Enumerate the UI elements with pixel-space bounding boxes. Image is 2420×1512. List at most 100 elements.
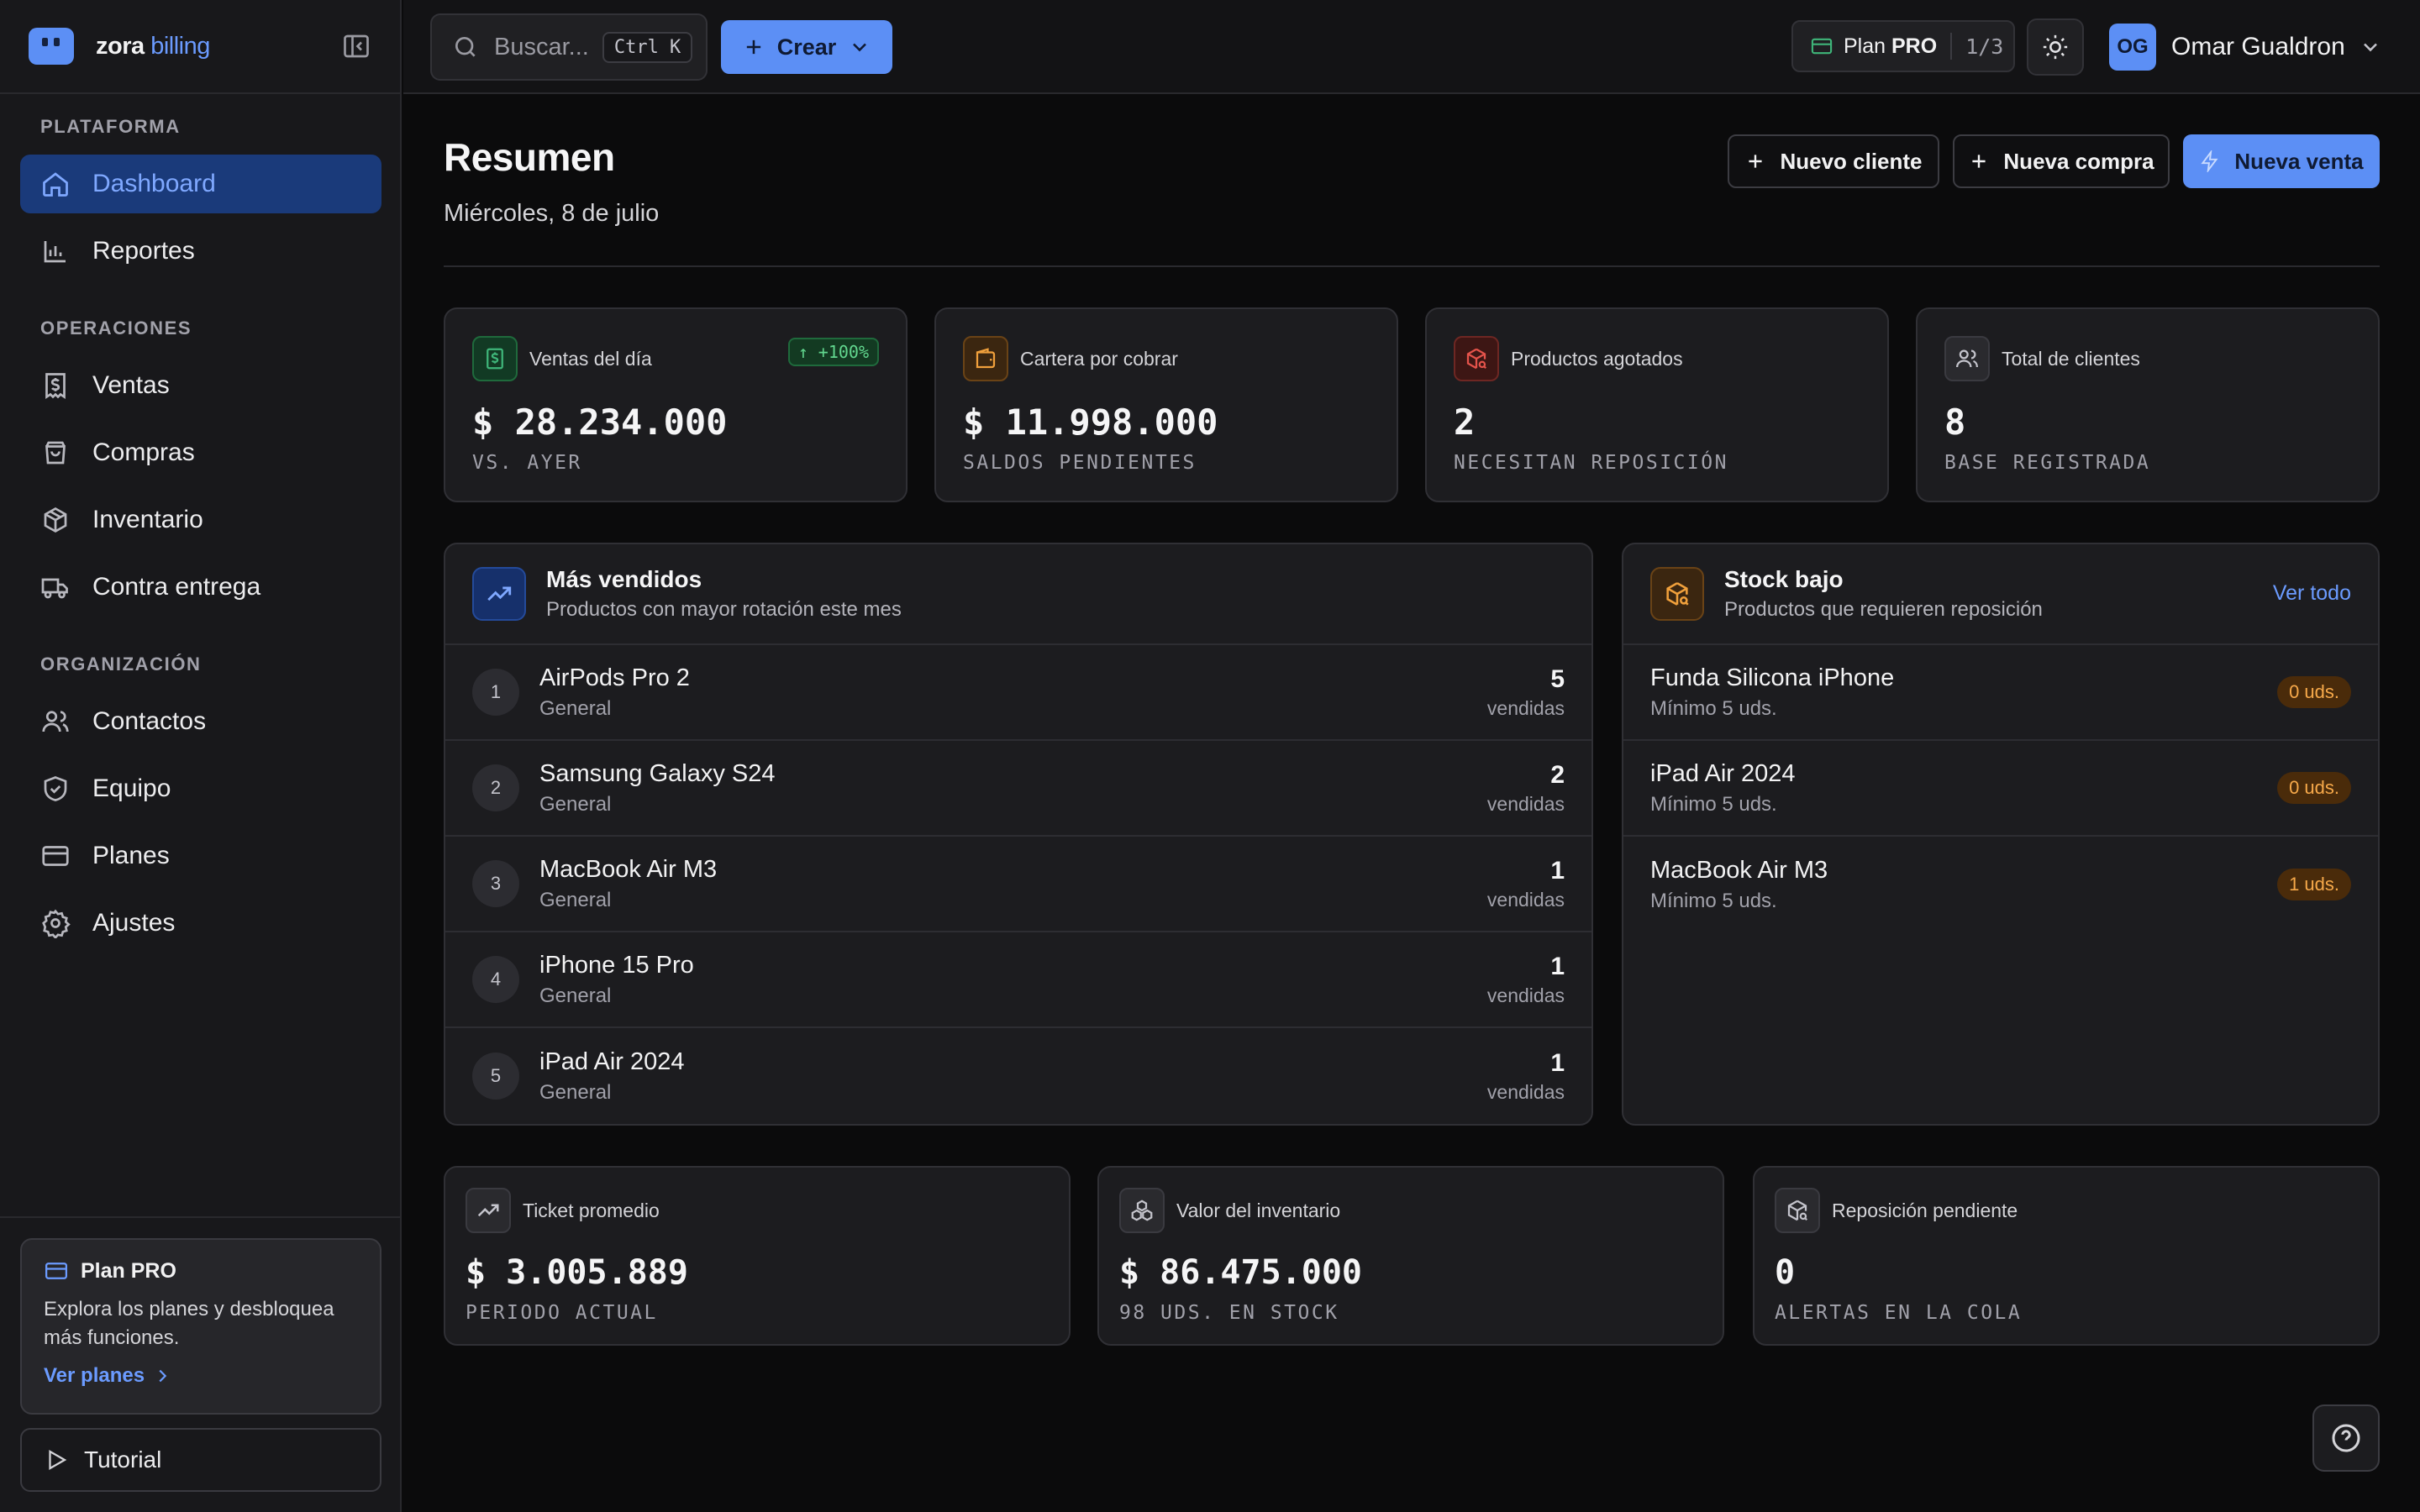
list-item[interactable]: 4 iPhone 15 Pro General 1 vendidas: [445, 932, 1591, 1028]
users-icon: [42, 711, 69, 732]
stat-card-agotados: Productos agotados 2 NECESITAN REPOSICIÓ…: [1425, 307, 1889, 502]
product-name: iPad Air 2024: [1650, 759, 1796, 787]
brand: zora billing: [0, 0, 400, 94]
stat-value: 2: [1454, 402, 1476, 443]
low-stock-panel: Stock bajo Productos que requieren repos…: [1622, 543, 2380, 1126]
top-sellers-panel: Más vendidos Productos con mayor rotació…: [444, 543, 1593, 1126]
package-search-icon: [1650, 567, 1704, 621]
avatar: OG: [2109, 24, 2156, 71]
list-item[interactable]: MacBook Air M3 Mínimo 5 uds. 1 uds.: [1623, 837, 2378, 932]
stat-sub: ALERTAS EN LA COLA: [1775, 1302, 2023, 1324]
sidebar-item-compras[interactable]: Compras: [20, 423, 381, 482]
stock-badge: 1 uds.: [2277, 869, 2351, 900]
package-search-icon: [1775, 1188, 1820, 1233]
stat-card-ventas: Ventas del día ↑ +100% $ 28.234.000 VS. …: [444, 307, 908, 502]
sidebar-item-inventario[interactable]: Inventario: [20, 491, 381, 549]
sidebar-item-contra-entrega[interactable]: Contra entrega: [20, 558, 381, 617]
rank-badge: 2: [472, 764, 519, 811]
tutorial-button[interactable]: Tutorial: [20, 1428, 381, 1492]
gear-icon: [42, 909, 71, 938]
product-name: AirPods Pro 2: [539, 664, 690, 691]
sidebar-item-dashboard[interactable]: Dashboard: [20, 155, 381, 213]
sold-unit: vendidas: [1486, 696, 1565, 719]
lightning-icon: [2201, 150, 2218, 172]
sold-unit: vendidas: [1486, 1080, 1565, 1103]
stat-sub: PERIODO ACTUAL: [466, 1302, 658, 1324]
list-item[interactable]: iPad Air 2024 Mínimo 5 uds. 0 uds.: [1623, 741, 2378, 837]
plan-card-text: Explora los planes y desbloquea más func…: [44, 1298, 334, 1349]
search-shortcut: Ctrl K: [602, 31, 693, 63]
sidebar-item-ventas[interactable]: Ventas: [20, 356, 381, 415]
help-button[interactable]: [2312, 1404, 2380, 1472]
sidebar: zora billing PLATAFORMA Dashboard Report…: [0, 0, 402, 1512]
stat-sub: BASE REGISTRADA: [1944, 452, 2151, 474]
package-icon: [44, 507, 67, 533]
rank-badge: 1: [472, 669, 519, 716]
trending-up-icon: [472, 567, 526, 621]
sidebar-item-label: Contra entrega: [92, 573, 261, 601]
section-title-operaciones: OPERACIONES: [40, 318, 192, 339]
sidebar-item-ajustes[interactable]: Ajustes: [20, 894, 381, 953]
search-placeholder: Buscar...: [494, 33, 589, 60]
user-menu[interactable]: OG Omar Gualdron: [2109, 22, 2382, 72]
package-search-icon: [1454, 336, 1499, 381]
min-stock: Mínimo 5 uds.: [1650, 696, 1777, 720]
new-client-button[interactable]: Nuevo cliente: [1728, 134, 1939, 188]
rank-badge: 3: [472, 860, 519, 907]
sold-count: 5: [1550, 664, 1565, 693]
list-item[interactable]: 3 MacBook Air M3 General 1 vendidas: [445, 837, 1591, 932]
new-sale-button[interactable]: Nueva venta: [2183, 134, 2380, 188]
receipt-dollar-icon: [45, 373, 66, 400]
plus-icon: [746, 39, 760, 55]
stat-change-badge: ↑ +100%: [787, 338, 879, 366]
stat-sub: VS. AYER: [472, 452, 582, 474]
list-item[interactable]: 1 AirPods Pro 2 General 5 vendidas: [445, 645, 1591, 741]
stat-sub: SALDOS PENDIENTES: [963, 452, 1197, 474]
wallet-icon: [963, 336, 1008, 381]
create-button[interactable]: Crear: [721, 20, 892, 74]
plan-promo-card: Plan PRO Explora los planes y desbloquea…: [20, 1238, 381, 1415]
new-purchase-button[interactable]: Nueva compra: [1953, 134, 2170, 188]
stat-card-inventario: Valor del inventario $ 86.475.000 98 UDS…: [1097, 1166, 1724, 1346]
sidebar-item-label: Dashboard: [92, 170, 216, 197]
stat-card-ticket: Ticket promedio $ 3.005.889 PERIODO ACTU…: [444, 1166, 1071, 1346]
theme-toggle-button[interactable]: [2027, 18, 2084, 76]
list-item[interactable]: 5 iPad Air 2024 General 1 vendidas: [445, 1028, 1591, 1124]
product-name: iPad Air 2024: [539, 1047, 685, 1075]
product-name: iPhone 15 Pro: [539, 951, 694, 979]
sidebar-item-planes[interactable]: Planes: [20, 827, 381, 885]
topbar: Buscar... Ctrl K Crear Plan PRO 1/3 OG O…: [403, 0, 2420, 94]
stat-label: Ticket promedio: [523, 1199, 660, 1221]
panel-title: Más vendidos: [546, 566, 702, 592]
panel-subtitle: Productos que requieren reposición: [1724, 598, 2043, 621]
stat-label: Reposición pendiente: [1832, 1199, 2018, 1221]
section-title-organizacion: ORGANIZACIÓN: [40, 654, 202, 675]
plan-indicator[interactable]: Plan PRO 1/3: [1791, 20, 2015, 72]
users-icon: [1944, 336, 1990, 381]
dollar-icon: [472, 336, 518, 381]
shopping-bag-icon: [45, 441, 66, 465]
chevron-down-icon: [2363, 43, 2377, 52]
view-all-link[interactable]: Ver todo: [2273, 581, 2351, 606]
sidebar-collapse-icon[interactable]: [341, 31, 371, 61]
sun-icon: [2043, 34, 2068, 60]
chevron-right-icon: [159, 1369, 167, 1383]
brand-logo[interactable]: [29, 28, 74, 65]
boxes-icon: [1119, 1188, 1165, 1233]
sidebar-item-label: Planes: [92, 842, 170, 869]
sidebar-item-contactos[interactable]: Contactos: [20, 692, 381, 751]
sidebar-item-equipo[interactable]: Equipo: [20, 759, 381, 818]
plus-icon: [1972, 155, 1986, 168]
product-name: Funda Silicona iPhone: [1650, 664, 1895, 691]
list-item[interactable]: 2 Samsung Galaxy S24 General 2 vendidas: [445, 741, 1591, 837]
sidebar-item-reportes[interactable]: Reportes: [20, 222, 381, 281]
list-item[interactable]: Funda Silicona iPhone Mínimo 5 uds. 0 uds…: [1623, 645, 2378, 741]
product-name: MacBook Air M3: [1650, 856, 1828, 884]
credit-card-icon: [42, 846, 69, 866]
sidebar-item-label: Compras: [92, 438, 195, 466]
min-stock: Mínimo 5 uds.: [1650, 889, 1777, 912]
view-plans-link[interactable]: Ver planes: [44, 1364, 358, 1388]
section-title-plataforma: PLATAFORMA: [40, 116, 181, 137]
credit-card-icon: [45, 1263, 67, 1279]
search-input[interactable]: Buscar... Ctrl K: [430, 13, 708, 81]
